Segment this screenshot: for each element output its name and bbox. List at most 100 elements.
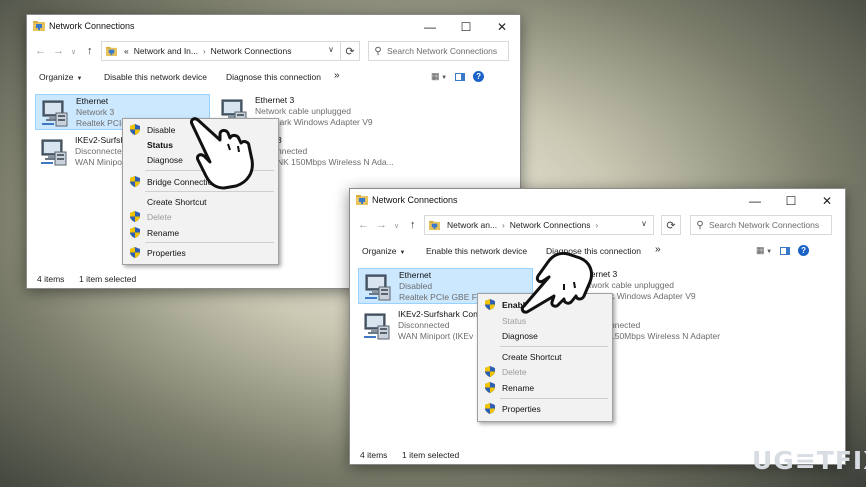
up-arrow-icon[interactable]: ↑ bbox=[87, 45, 93, 57]
item-device: Realtek PCIe GBE Fam bbox=[399, 292, 489, 302]
item-status: Network cable unplugged bbox=[255, 106, 351, 116]
search-input[interactable]: ⚲ Search Network Connections bbox=[690, 215, 832, 235]
menu-item-rename[interactable]: Rename bbox=[478, 380, 612, 395]
minimize-button[interactable]: — bbox=[412, 15, 448, 39]
item-status: Disconnected bbox=[398, 320, 450, 330]
breadcrumb-network-and-internet[interactable]: Network an... bbox=[447, 220, 497, 230]
breadcrumb-network-and-internet[interactable]: Network and In... bbox=[134, 46, 198, 56]
more-commands-button[interactable]: » bbox=[655, 244, 661, 255]
title-bar[interactable]: Network Connections — ☐ ✕ bbox=[27, 15, 520, 39]
preview-pane-icon[interactable] bbox=[780, 246, 791, 255]
menu-separator bbox=[500, 398, 608, 399]
item-device: Realtek PCIe bbox=[76, 118, 127, 128]
menu-separator bbox=[145, 191, 274, 192]
help-icon[interactable]: ? bbox=[798, 245, 810, 256]
pointing-hand-icon bbox=[520, 251, 594, 314]
preview-pane-icon[interactable] bbox=[455, 72, 466, 81]
menu-item-properties[interactable]: Properties bbox=[478, 401, 612, 416]
uac-shield-icon bbox=[130, 247, 140, 258]
item-status: Disconnected bbox=[75, 146, 127, 156]
item-name: Ethernet 3 bbox=[255, 95, 295, 105]
recent-dropdown-icon[interactable]: ∨ bbox=[394, 222, 399, 230]
item-status: Network 3 bbox=[76, 107, 115, 117]
network-folder-icon bbox=[429, 220, 440, 231]
item-name: Ethernet bbox=[76, 96, 109, 106]
refresh-button[interactable]: ⟳ bbox=[661, 215, 681, 235]
network-adapter-icon bbox=[363, 272, 393, 302]
chevron-right-icon[interactable]: › bbox=[596, 221, 599, 230]
selection-count: 1 item selected bbox=[79, 274, 137, 284]
search-placeholder: Search Network Connections bbox=[387, 46, 498, 56]
minimize-button[interactable]: — bbox=[737, 189, 773, 213]
more-commands-button[interactable]: » bbox=[334, 70, 340, 81]
disable-device-button[interactable]: Disable this network device bbox=[104, 72, 207, 82]
item-name: IKEv2-Surfshark Conn bbox=[398, 309, 483, 319]
item-status: Disabled bbox=[399, 281, 433, 291]
ugetfix-watermark: UG≡TFIX bbox=[752, 446, 866, 475]
menu-separator bbox=[500, 346, 608, 347]
menu-item-diagnose[interactable]: Diagnose bbox=[478, 328, 612, 343]
dropdown-arrow-icon: ▼ bbox=[76, 76, 83, 82]
command-bar: Organize ▼ Disable this network device Di… bbox=[27, 67, 520, 89]
menu-item-delete[interactable]: Delete bbox=[123, 209, 278, 224]
recent-dropdown-icon[interactable]: ∨ bbox=[71, 48, 76, 56]
item-device: WAN Miniport bbox=[75, 157, 128, 167]
maximize-button[interactable]: ☐ bbox=[773, 189, 809, 213]
network-adapter-icon bbox=[39, 137, 69, 167]
diagnose-connection-button[interactable]: Diagnose this connection bbox=[226, 72, 321, 82]
organize-menu[interactable]: Organize ▼ bbox=[39, 72, 82, 82]
menu-item-properties[interactable]: Properties bbox=[123, 245, 278, 260]
network-folder-icon bbox=[33, 20, 45, 32]
enable-device-button[interactable]: Enable this network device bbox=[426, 246, 527, 256]
window-title: Network Connections bbox=[49, 21, 135, 31]
chevron-right-icon: › bbox=[203, 46, 206, 56]
uac-shield-icon bbox=[485, 299, 495, 310]
organize-menu[interactable]: Organize ▼ bbox=[362, 246, 405, 256]
chevron-down-icon[interactable]: ∨ bbox=[328, 45, 334, 54]
breadcrumb-overflow[interactable]: « bbox=[124, 46, 129, 56]
breadcrumb-network-connections[interactable]: Network Connections bbox=[510, 220, 591, 230]
close-button[interactable]: ✕ bbox=[484, 15, 520, 39]
network-folder-icon bbox=[106, 46, 117, 57]
close-button[interactable]: ✕ bbox=[809, 189, 845, 213]
uac-shield-icon bbox=[485, 403, 495, 414]
menu-item-rename[interactable]: Rename bbox=[123, 225, 278, 240]
address-row: ← → ∨ ↑ Network an... › Network Connecti… bbox=[350, 215, 845, 237]
menu-item-create-shortcut[interactable]: Create Shortcut bbox=[478, 349, 612, 364]
address-bar[interactable]: « Network and In... › Network Connection… bbox=[101, 41, 341, 61]
item-status: nnected bbox=[610, 320, 641, 330]
item-device: NK 150Mbps Wireless N Ada... bbox=[277, 157, 394, 167]
change-view-icon[interactable]: ▦ ▼ bbox=[431, 71, 447, 82]
network-folder-icon bbox=[356, 194, 368, 206]
item-name: Ethernet bbox=[399, 270, 432, 280]
maximize-button[interactable]: ☐ bbox=[448, 15, 484, 39]
title-bar[interactable]: Network Connections — ☐ ✕ bbox=[350, 189, 845, 213]
selection-count: 1 item selected bbox=[402, 450, 460, 460]
item-count: 4 items bbox=[37, 274, 65, 284]
forward-arrow-icon[interactable]: → bbox=[376, 219, 387, 231]
help-icon[interactable]: ? bbox=[473, 71, 485, 82]
uac-shield-icon bbox=[130, 124, 140, 135]
search-input[interactable]: ⚲ Search Network Connections bbox=[368, 41, 509, 61]
item-device: 150Mbps Wireless N Adapter bbox=[610, 331, 721, 341]
back-arrow-icon[interactable]: ← bbox=[358, 219, 369, 231]
chevron-down-icon[interactable]: ∨ bbox=[641, 219, 647, 228]
change-view-icon[interactable]: ▦ ▼ bbox=[756, 245, 772, 256]
up-arrow-icon[interactable]: ↑ bbox=[410, 219, 416, 231]
breadcrumb-network-connections[interactable]: Network Connections bbox=[211, 46, 292, 56]
chevron-right-icon: › bbox=[502, 220, 505, 230]
uac-shield-icon bbox=[485, 366, 495, 377]
menu-item-delete[interactable]: Delete bbox=[478, 364, 612, 379]
menu-item-create-shortcut[interactable]: Create Shortcut bbox=[123, 194, 278, 209]
address-bar[interactable]: Network an... › Network Connections › ∨ bbox=[424, 215, 654, 235]
command-bar: Organize ▼ Enable this network device Dia… bbox=[350, 241, 845, 263]
item-device: WAN Miniport (IKEv bbox=[398, 331, 474, 341]
refresh-button[interactable]: ⟳ bbox=[340, 41, 360, 61]
back-arrow-icon[interactable]: ← bbox=[35, 45, 46, 57]
uac-shield-icon bbox=[130, 176, 140, 187]
dropdown-arrow-icon: ▼ bbox=[399, 250, 406, 256]
pointing-hand-icon bbox=[190, 117, 254, 190]
search-icon: ⚲ bbox=[374, 45, 382, 57]
forward-arrow-icon[interactable]: → bbox=[53, 45, 64, 57]
search-placeholder: Search Network Connections bbox=[709, 220, 820, 230]
